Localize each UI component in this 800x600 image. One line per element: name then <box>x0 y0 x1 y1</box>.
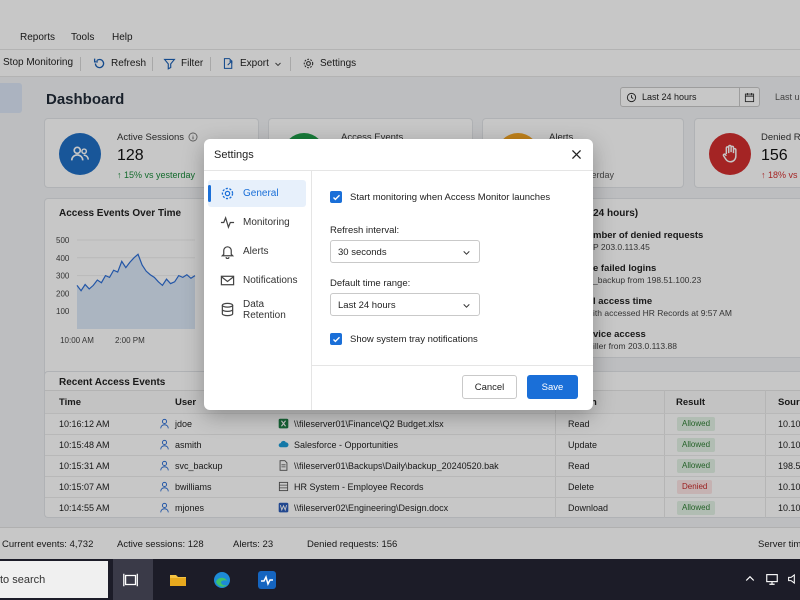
close-icon[interactable] <box>570 148 583 161</box>
edge-browser-icon[interactable] <box>209 567 235 593</box>
settings-nav-notifications[interactable]: Notifications <box>208 267 306 294</box>
checkmark-icon <box>332 194 340 200</box>
refresh-interval-label: Refresh interval: <box>330 225 400 236</box>
chevron-down-icon <box>463 304 470 308</box>
pulse-icon <box>220 215 235 230</box>
dialog-divider <box>204 170 593 171</box>
tray-chevron-up-icon[interactable] <box>744 573 756 585</box>
settings-nav-general[interactable]: General <box>208 180 306 207</box>
settings-nav-data-retention[interactable]: Data Retention <box>208 296 306 323</box>
network-icon[interactable] <box>765 572 779 586</box>
file-explorer-icon[interactable] <box>165 567 191 593</box>
save-button[interactable]: Save <box>527 375 578 399</box>
taskbar: to search <box>0 559 800 600</box>
database-icon <box>221 302 234 317</box>
speaker-icon[interactable] <box>787 572 800 586</box>
gear-icon <box>221 187 234 200</box>
dialog-footer-divider <box>312 365 593 366</box>
nav-label: Data Retention <box>243 298 286 321</box>
bell-icon <box>220 246 235 259</box>
default-range-select[interactable]: Last 24 hours <box>330 293 480 316</box>
envelope-icon <box>220 275 235 286</box>
start-monitoring-label: Start monitoring when Access Monitor lau… <box>350 192 551 203</box>
tray-notifications-checkbox[interactable] <box>330 333 342 345</box>
refresh-interval-select[interactable]: 30 seconds <box>330 240 480 263</box>
nav-label: Alerts <box>243 246 269 257</box>
settings-nav-alerts[interactable]: Alerts <box>208 238 306 265</box>
access-monitor-app-icon[interactable] <box>254 567 280 593</box>
nav-label: Monitoring <box>243 217 290 228</box>
default-range-label: Default time range: <box>330 278 411 289</box>
default-range-value: Last 24 hours <box>338 300 396 311</box>
tray-notifications-label: Show system tray notifications <box>350 334 478 345</box>
dialog-title: Settings <box>214 149 254 161</box>
taskbar-search-placeholder: to search <box>0 574 46 586</box>
nav-label: Notifications <box>243 275 298 286</box>
checkmark-icon <box>332 336 340 342</box>
dialog-nav-divider <box>311 171 312 410</box>
chevron-down-icon <box>463 251 470 255</box>
task-view-icon[interactable] <box>118 567 144 593</box>
settings-nav-monitoring[interactable]: Monitoring <box>208 209 306 236</box>
refresh-interval-value: 30 seconds <box>338 247 387 258</box>
taskbar-search[interactable]: to search <box>0 561 108 598</box>
settings-dialog: Settings General Monitoring Alerts Notif… <box>204 139 593 410</box>
start-monitoring-checkbox[interactable] <box>330 191 342 203</box>
nav-label: General <box>243 188 279 199</box>
cancel-button[interactable]: Cancel <box>462 375 517 399</box>
